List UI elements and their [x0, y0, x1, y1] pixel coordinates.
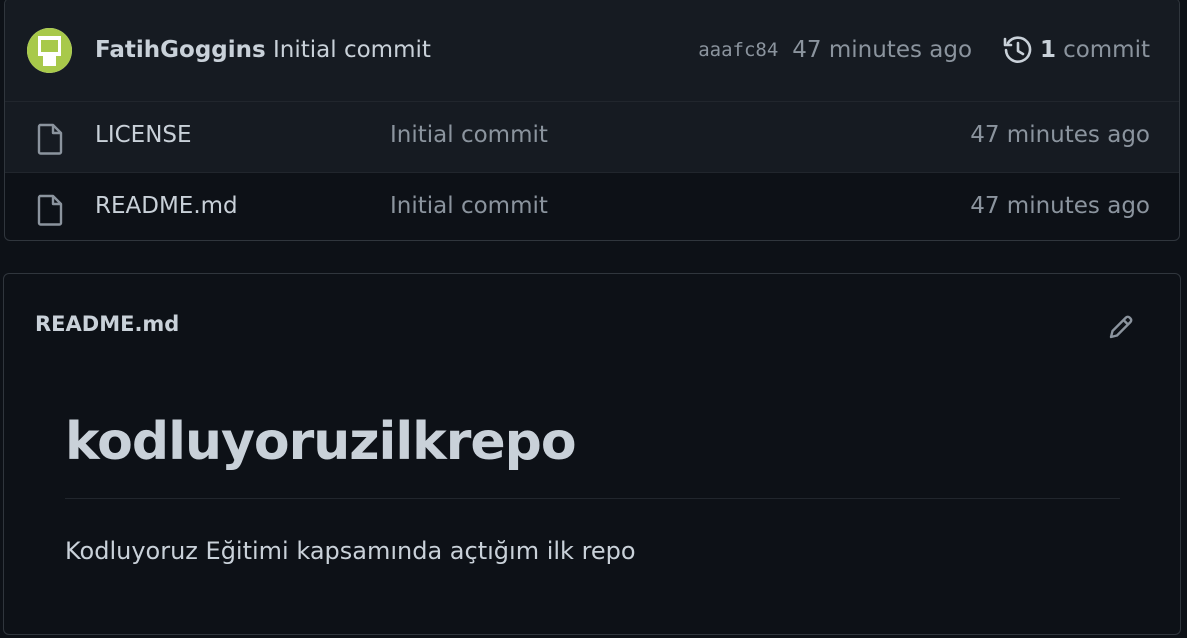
avatar-identicon	[27, 28, 72, 73]
file-commit-time: 47 minutes ago	[970, 193, 1150, 219]
readme-heading: kodluyoruzilkrepo	[65, 412, 577, 472]
heading-divider	[65, 498, 1120, 499]
file-row: LICENSE Initial commit 47 minutes ago	[5, 102, 1179, 172]
readme-panel: README.md kodluyoruzilkrepo Kodluyoruz E…	[3, 273, 1181, 635]
commit-count-label: commit	[1063, 37, 1150, 63]
file-icon	[37, 123, 63, 155]
edit-readme-button[interactable]	[1106, 312, 1136, 342]
commit-time: 47 minutes ago	[792, 37, 973, 63]
file-browser: FatihGoggins Initial commit aaafc84 47 m…	[4, 0, 1180, 241]
file-icon	[37, 194, 63, 226]
commit-author-link[interactable]: FatihGoggins	[95, 37, 266, 63]
commit-history-link[interactable]: 1 commit	[1002, 34, 1150, 66]
readme-paragraph: Kodluyoruz Eğitimi kapsamında açtığım il…	[65, 537, 636, 565]
commit-meta: aaafc84 47 minutes ago 1 commit	[698, 35, 1150, 65]
commit-count: 1	[1040, 37, 1057, 63]
file-row: README.md Initial commit 47 minutes ago	[5, 172, 1179, 240]
readme-filename[interactable]: README.md	[35, 312, 179, 336]
file-name-link[interactable]: LICENSE	[95, 120, 192, 150]
latest-commit-bar: FatihGoggins Initial commit aaafc84 47 m…	[5, 0, 1179, 102]
file-commit-time: 47 minutes ago	[970, 122, 1150, 148]
commit-sha-link[interactable]: aaafc84	[698, 39, 778, 61]
pencil-icon	[1109, 315, 1133, 339]
commit-title-link[interactable]: Initial commit	[273, 37, 431, 63]
file-commit-message-link[interactable]: Initial commit	[390, 120, 548, 150]
file-name-link[interactable]: README.md	[95, 191, 238, 221]
file-commit-message-link[interactable]: Initial commit	[390, 191, 548, 221]
avatar[interactable]	[27, 28, 72, 73]
commit-message: FatihGoggins Initial commit	[95, 35, 431, 65]
history-icon	[1003, 36, 1032, 63]
